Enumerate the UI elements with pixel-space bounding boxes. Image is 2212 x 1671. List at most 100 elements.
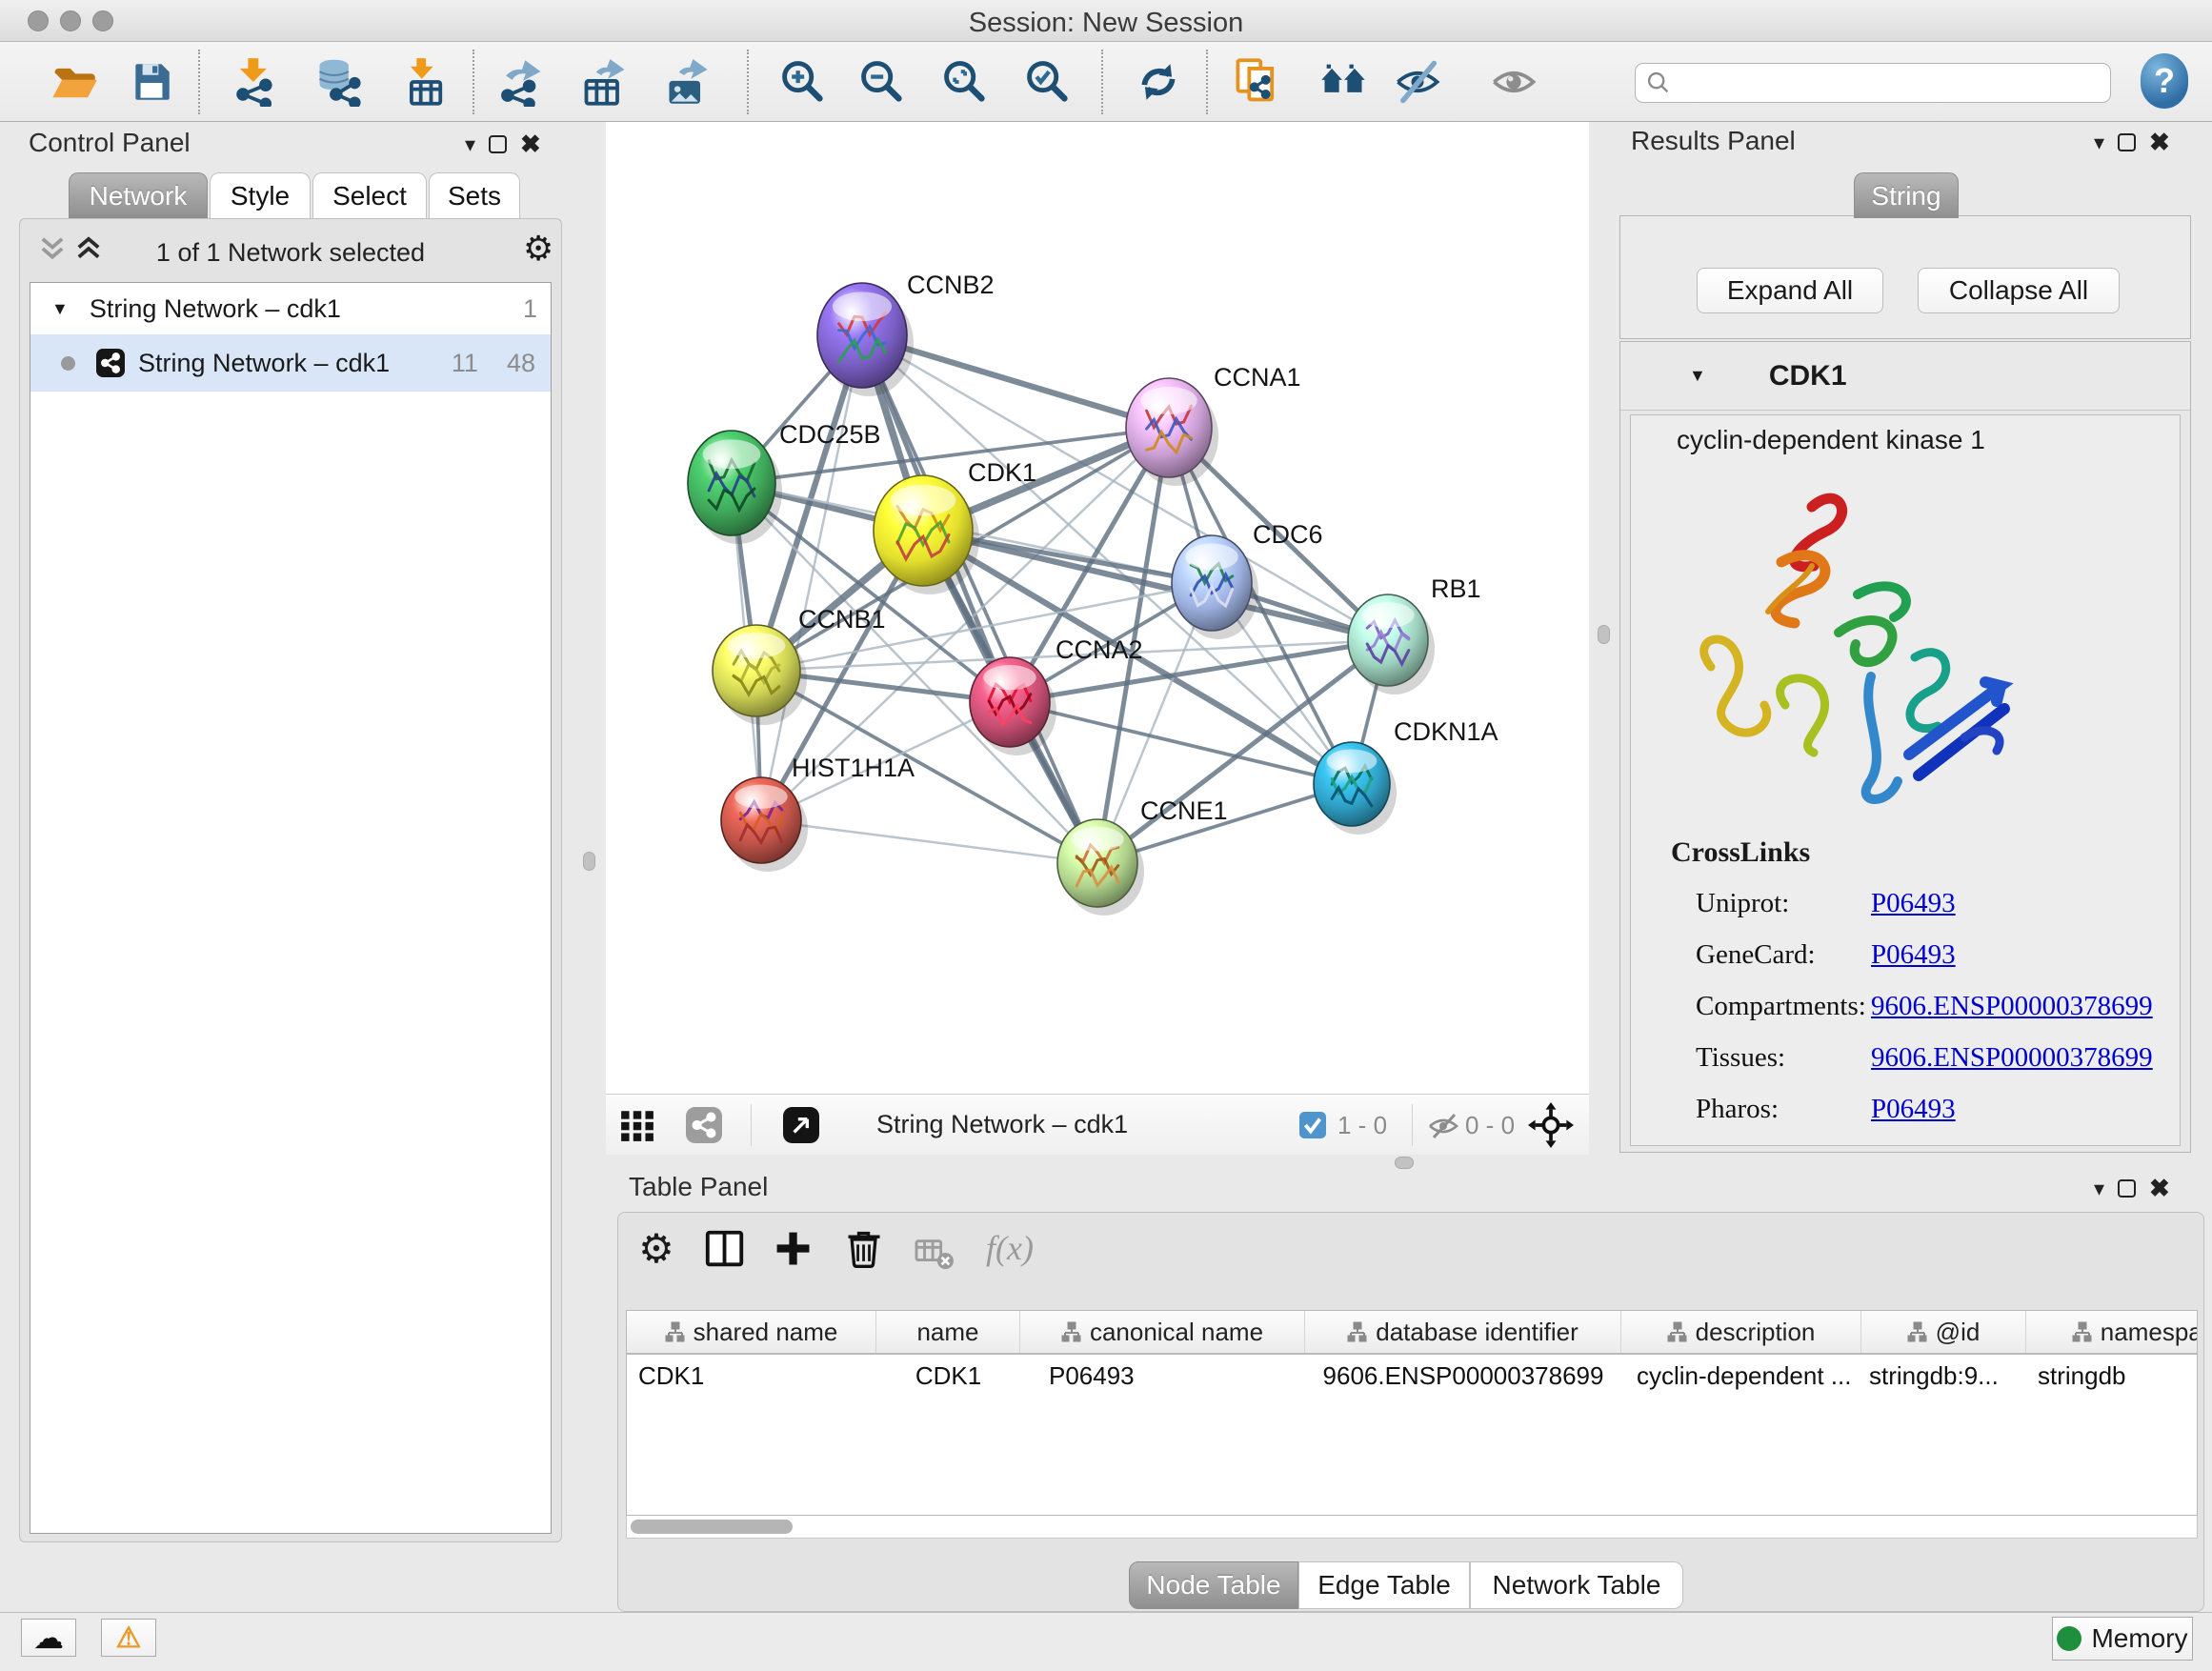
- network-options-gear-icon[interactable]: ⚙: [523, 232, 553, 266]
- crosslink-pharos-link[interactable]: P06493: [1871, 1094, 1956, 1125]
- main-toolbar: ?: [0, 42, 2212, 122]
- column-header[interactable]: namespace: [2026, 1311, 2198, 1353]
- selected-node-edge-counts: 1 - 0: [1337, 1111, 1387, 1140]
- import-network-from-file-icon[interactable]: [229, 55, 282, 109]
- column-type-icon: [1667, 1321, 1688, 1342]
- hide-selected-icon[interactable]: [1391, 55, 1444, 109]
- cloud-status-button[interactable]: ☁: [21, 1619, 76, 1657]
- expand-triangle-icon[interactable]: ▼: [51, 299, 69, 319]
- string-network-icon: [96, 349, 125, 377]
- column-header[interactable]: shared name: [627, 1311, 876, 1353]
- right-splitter-handle[interactable]: [1598, 625, 1610, 644]
- crosslink-compartments-link[interactable]: 9606.ENSP00000378699: [1871, 991, 2153, 1022]
- tab-sets[interactable]: Sets: [429, 172, 520, 218]
- crosslinks-title: CrossLinks: [1671, 836, 1810, 869]
- selected-checkbox-icon[interactable]: [1299, 1112, 1326, 1143]
- results-panel-float-icon[interactable]: [2118, 133, 2136, 151]
- delete-column-trash-icon[interactable]: [839, 1224, 889, 1274]
- entry-expand-triangle-icon[interactable]: ▼: [1689, 366, 1706, 386]
- warnings-button[interactable]: ⚠: [101, 1619, 156, 1657]
- delete-table-icon: [910, 1228, 959, 1278]
- results-panel-menu-icon[interactable]: ▾: [2094, 131, 2104, 155]
- tab-select[interactable]: Select: [312, 172, 427, 218]
- results-panel-close-icon[interactable]: ✖: [2149, 128, 2170, 157]
- tab-network-table[interactable]: Network Table: [1470, 1561, 1683, 1609]
- export-table-icon[interactable]: [578, 55, 632, 109]
- column-header[interactable]: @id: [1861, 1311, 2026, 1353]
- tab-network[interactable]: Network: [69, 172, 208, 218]
- export-image-icon[interactable]: [661, 55, 714, 109]
- toolbar-separator: [1101, 50, 1103, 114]
- show-hidden-icon[interactable]: [1487, 55, 1540, 109]
- zoom-in-icon[interactable]: [775, 55, 829, 109]
- network-collection-label: String Network – cdk1: [90, 294, 341, 324]
- control-panel-float-icon[interactable]: [489, 135, 507, 153]
- detach-view-icon[interactable]: [783, 1107, 819, 1148]
- network-view-toolbar: String Network – cdk1 1 - 0 0 - 0: [606, 1094, 1589, 1155]
- search-input[interactable]: [1672, 69, 2091, 98]
- cell-id: stringdb:9...: [1861, 1361, 2026, 1391]
- network-overview-icon[interactable]: [686, 1107, 722, 1148]
- crosslink-uniprot-link[interactable]: P06493: [1871, 888, 1956, 919]
- column-header[interactable]: database identifier: [1305, 1311, 1621, 1353]
- tab-string[interactable]: String: [1854, 172, 1959, 218]
- left-splitter-handle[interactable]: [583, 852, 595, 871]
- control-panel-close-icon[interactable]: ✖: [520, 130, 541, 159]
- toolbar-search[interactable]: [1635, 63, 2111, 103]
- network-canvas[interactable]: CCNB2CCNA1CDC25BCDK1CDC6RB1CCNB1CCNA2CDK…: [606, 122, 1589, 1094]
- crosslink-tissues-link[interactable]: 9606.ENSP00000378699: [1871, 1042, 2153, 1074]
- grid-view-icon[interactable]: [619, 1107, 655, 1148]
- node-label-ccnb1: CCNB1: [798, 605, 886, 634]
- table-header-row: shared name name canonical name database…: [627, 1311, 2197, 1355]
- create-column-icon[interactable]: [769, 1224, 818, 1274]
- search-icon: [1645, 70, 1672, 96]
- table-panel-menu-icon[interactable]: ▾: [2094, 1177, 2104, 1201]
- zoom-out-icon[interactable]: [855, 55, 908, 109]
- help-button[interactable]: ?: [2141, 53, 2188, 109]
- column-header[interactable]: name: [876, 1311, 1020, 1353]
- node-entry-header[interactable]: ▼ CDK1: [1620, 342, 2190, 411]
- network-view-title: String Network – cdk1: [876, 1110, 1128, 1139]
- tab-style[interactable]: Style: [210, 172, 311, 218]
- tab-node-table[interactable]: Node Table: [1129, 1561, 1298, 1609]
- column-header[interactable]: canonical name: [1020, 1311, 1305, 1353]
- refresh-view-icon[interactable]: [1132, 55, 1185, 109]
- table-panel-close-icon[interactable]: ✖: [2149, 1174, 2170, 1203]
- import-network-from-database-icon[interactable]: [312, 55, 365, 109]
- network-graph[interactable]: CCNB2CCNA1CDC25BCDK1CDC6RB1CCNB1CCNA2CDK…: [606, 122, 1589, 1094]
- crosslink-genecard-link[interactable]: P06493: [1871, 939, 1956, 971]
- pan-crosshair-icon[interactable]: [1528, 1102, 1574, 1153]
- results-panel: Results Panel ▾ ✖ String Expand All Coll…: [1619, 124, 2204, 1155]
- table-row[interactable]: CDK1 CDK1 P06493 9606.ENSP00000378699 cy…: [627, 1355, 2197, 1397]
- zoom-fit-icon[interactable]: [937, 55, 991, 109]
- network-tree-selected-row[interactable]: String Network – cdk1 11 48: [30, 334, 551, 392]
- window-title: Session: New Session: [0, 8, 2212, 39]
- node-label-hist1h1a: HIST1H1A: [792, 754, 915, 782]
- copy-network-view-icon[interactable]: [1231, 55, 1284, 109]
- tab-edge-table[interactable]: Edge Table: [1298, 1561, 1470, 1609]
- table-hscrollbar[interactable]: [626, 1516, 2198, 1539]
- network-selection-status: 1 of 1 Network selected: [20, 238, 561, 268]
- table-panel-float-icon[interactable]: [2118, 1179, 2136, 1198]
- show-columns-icon[interactable]: [700, 1224, 750, 1274]
- protein-structure-image: [1669, 469, 2069, 812]
- node-label-rb1: RB1: [1431, 574, 1481, 603]
- column-header[interactable]: description: [1621, 1311, 1861, 1353]
- node-count: 11: [452, 349, 478, 378]
- zoom-selected-icon[interactable]: [1020, 55, 1074, 109]
- network-tree-root-row[interactable]: ▼ String Network – cdk1 1: [30, 283, 551, 334]
- open-session-icon[interactable]: [47, 55, 100, 109]
- save-session-icon[interactable]: [125, 55, 178, 109]
- home-networks-icon[interactable]: [1317, 55, 1370, 109]
- horizontal-splitter-handle[interactable]: [1395, 1157, 1414, 1169]
- control-panel-menu-icon[interactable]: ▾: [465, 132, 475, 157]
- export-network-icon[interactable]: [495, 55, 549, 109]
- memory-button[interactable]: Memory: [2052, 1617, 2193, 1661]
- node-label-cdkn1a: CDKN1A: [1394, 717, 1498, 746]
- import-table-from-file-icon[interactable]: [398, 55, 452, 109]
- hscrollbar-thumb[interactable]: [631, 1520, 793, 1534]
- expand-all-button[interactable]: Expand All: [1697, 268, 1883, 313]
- network-tree: ▼ String Network – cdk1 1 String Network…: [30, 282, 552, 1534]
- table-settings-gear-icon[interactable]: ⚙: [632, 1224, 681, 1274]
- collapse-all-button[interactable]: Collapse All: [1918, 268, 2120, 313]
